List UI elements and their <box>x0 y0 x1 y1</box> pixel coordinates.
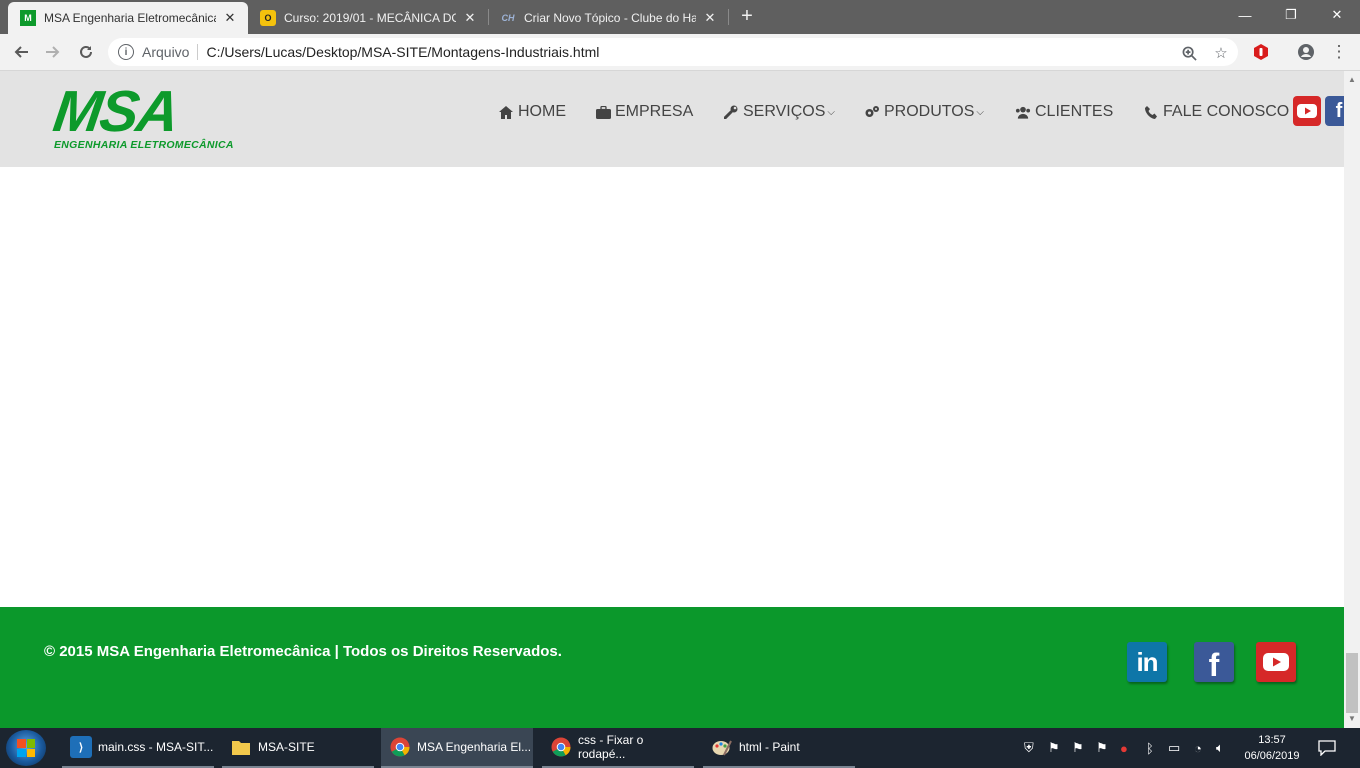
taskbar-label: css - Fixar o rodapé... <box>578 733 644 761</box>
taskbar-label: html - Paint <box>739 740 800 754</box>
wifi-icon[interactable]: ◔ <box>1194 728 1202 768</box>
windows-logo-icon <box>17 739 35 757</box>
header-facebook-icon[interactable]: f <box>1325 96 1344 126</box>
users-icon <box>1015 104 1031 120</box>
header-youtube-icon[interactable] <box>1293 96 1321 126</box>
tray-app-icon[interactable]: ⚑ <box>1048 728 1060 768</box>
close-tab-icon[interactable]: ✕ <box>222 10 238 26</box>
scrollbar-thumb[interactable] <box>1346 653 1358 713</box>
taskbar-item-paint[interactable]: html - Paint <box>703 728 855 768</box>
footer-facebook-icon[interactable]: f <box>1194 642 1234 683</box>
ch-favicon-icon: CH <box>501 13 515 23</box>
star-icon[interactable]: ☆ <box>1212 44 1230 62</box>
taskbar-item-vscode[interactable]: ⟩ main.css - MSA-SIT... <box>62 728 214 768</box>
taskbar-label: main.css - MSA-SIT... <box>98 740 214 754</box>
tab-msa[interactable]: M MSA Engenharia Eletromecânica ✕ <box>8 2 248 34</box>
nav-produtos[interactable]: PRODUTOS ⌵ <box>864 101 984 123</box>
start-button[interactable] <box>6 730 46 766</box>
nav-empresa[interactable]: EMPRESA <box>595 101 693 123</box>
tray-app-icon[interactable]: ⚑ <box>1096 728 1108 768</box>
tab-forum[interactable]: CH Criar Novo Tópico - Clube do Hardware… <box>488 2 728 34</box>
nav-fale-conosco[interactable]: FALE CONOSCO <box>1143 101 1289 123</box>
zoom-icon[interactable] <box>1180 44 1198 62</box>
minimize-button[interactable]: — <box>1222 0 1268 30</box>
tray-shield-icon[interactable]: ⛨ <box>1024 728 1034 768</box>
nav-label: FALE CONOSCO <box>1163 103 1290 120</box>
clock-time: 13:57 <box>1258 734 1286 746</box>
wrench-icon <box>723 104 739 120</box>
nav-label: CLIENTES <box>1035 103 1114 120</box>
gears-icon <box>864 104 880 120</box>
info-icon[interactable]: i <box>118 44 134 60</box>
close-tab-icon[interactable]: ✕ <box>462 10 478 26</box>
close-tab-icon[interactable]: ✕ <box>702 10 718 26</box>
chrome-icon <box>389 736 411 758</box>
paint-icon <box>711 736 733 758</box>
phone-icon <box>1143 104 1159 120</box>
notifications-icon[interactable] <box>1318 728 1336 768</box>
nav-clientes[interactable]: CLIENTES <box>1015 101 1113 123</box>
browser-toolbar: i Arquivo C:/Users/Lucas/Desktop/MSA-SIT… <box>0 34 1360 71</box>
url-text[interactable]: C:/Users/Lucas/Desktop/MSA-SITE/Montagen… <box>206 44 599 60</box>
logo-main-text: MSA <box>49 79 182 144</box>
tab-separator <box>728 9 729 25</box>
browser-tab-strip: M MSA Engenharia Eletromecânica ✕ O Curs… <box>0 0 1360 34</box>
security-label: Arquivo <box>142 44 190 60</box>
tray-red-icon[interactable]: ● <box>1120 728 1128 768</box>
tab-title: MSA Engenharia Eletromecânica <box>44 11 216 25</box>
nav-servicos[interactable]: SERVIÇOS ⌵ <box>723 101 835 123</box>
tab-course[interactable]: O Curso: 2019/01 - MECÂNICA DOS ✕ <box>248 2 488 34</box>
taskbar-label: MSA Engenharia El... <box>417 740 532 754</box>
new-tab-button[interactable]: + <box>736 6 758 28</box>
battery-icon[interactable]: ▭ <box>1168 728 1180 768</box>
footer-youtube-icon[interactable] <box>1256 642 1296 682</box>
course-favicon-icon: O <box>260 10 276 26</box>
volume-icon[interactable]: 🔈︎ <box>1216 728 1224 768</box>
tray-app-icon[interactable]: ⚑ <box>1072 728 1084 768</box>
taskbar-item-chrome-css[interactable]: css - Fixar o rodapé... <box>542 728 694 768</box>
reload-icon[interactable] <box>73 39 99 65</box>
taskbar-item-folder[interactable]: MSA-SITE <box>222 728 374 768</box>
account-icon[interactable] <box>1293 39 1319 65</box>
nav-label: SERVIÇOS <box>743 103 826 120</box>
taskbar-clock[interactable]: 13:57 06/06/2019 <box>1236 732 1308 764</box>
close-window-button[interactable]: ✕ <box>1314 0 1360 30</box>
taskbar-item-chrome-msa[interactable]: MSA Engenharia El... <box>381 728 533 768</box>
home-icon <box>498 104 514 120</box>
back-icon[interactable] <box>8 39 34 65</box>
bluetooth-icon[interactable]: ᛒ <box>1146 728 1154 768</box>
msa-favicon-icon: M <box>20 10 36 26</box>
site-footer: © 2015 MSA Engenharia Eletromecânica | T… <box>0 607 1344 728</box>
menu-icon[interactable]: ⋮ <box>1326 39 1352 65</box>
footer-copyright: © 2015 MSA Engenharia Eletromecânica | T… <box>44 643 562 660</box>
page-scrollbar[interactable]: ▲ ▼ <box>1344 71 1360 728</box>
chrome-icon <box>550 736 572 758</box>
nav-label: HOME <box>518 103 566 120</box>
tab-title: Curso: 2019/01 - MECÂNICA DOS <box>284 11 456 25</box>
nav-label: EMPRESA <box>615 103 694 120</box>
site-header: MSA ENGENHARIA ELETROMECÂNICA HOME EMPRE… <box>0 71 1344 167</box>
briefcase-icon <box>595 104 611 120</box>
nav-home[interactable]: HOME <box>498 101 566 123</box>
windows-taskbar: ⟩ main.css - MSA-SIT... MSA-SITE MSA Eng… <box>0 728 1360 768</box>
clock-date: 06/06/2019 <box>1244 750 1300 762</box>
tab-title: Criar Novo Tópico - Clube do Hardware <box>524 11 696 25</box>
nav-label: PRODUTOS <box>884 103 975 120</box>
footer-linkedin-icon[interactable]: in <box>1127 642 1167 682</box>
folder-icon <box>230 736 252 758</box>
forward-icon[interactable] <box>40 39 66 65</box>
chevron-down-icon: ⌵ <box>976 106 984 118</box>
address-bar[interactable]: i Arquivo C:/Users/Lucas/Desktop/MSA-SIT… <box>108 38 1238 66</box>
site-logo[interactable]: MSA ENGENHARIA ELETROMECÂNICA <box>50 79 248 151</box>
restore-button[interactable]: ❐ <box>1268 0 1314 30</box>
omnibox-separator <box>197 44 199 60</box>
taskbar-label: MSA-SITE <box>258 740 315 754</box>
vscode-icon: ⟩ <box>70 736 92 758</box>
extension-icon[interactable] <box>1248 39 1274 65</box>
scroll-up-icon[interactable]: ▲ <box>1348 75 1356 84</box>
chevron-down-icon: ⌵ <box>827 106 835 118</box>
scroll-down-icon[interactable]: ▼ <box>1348 714 1356 723</box>
